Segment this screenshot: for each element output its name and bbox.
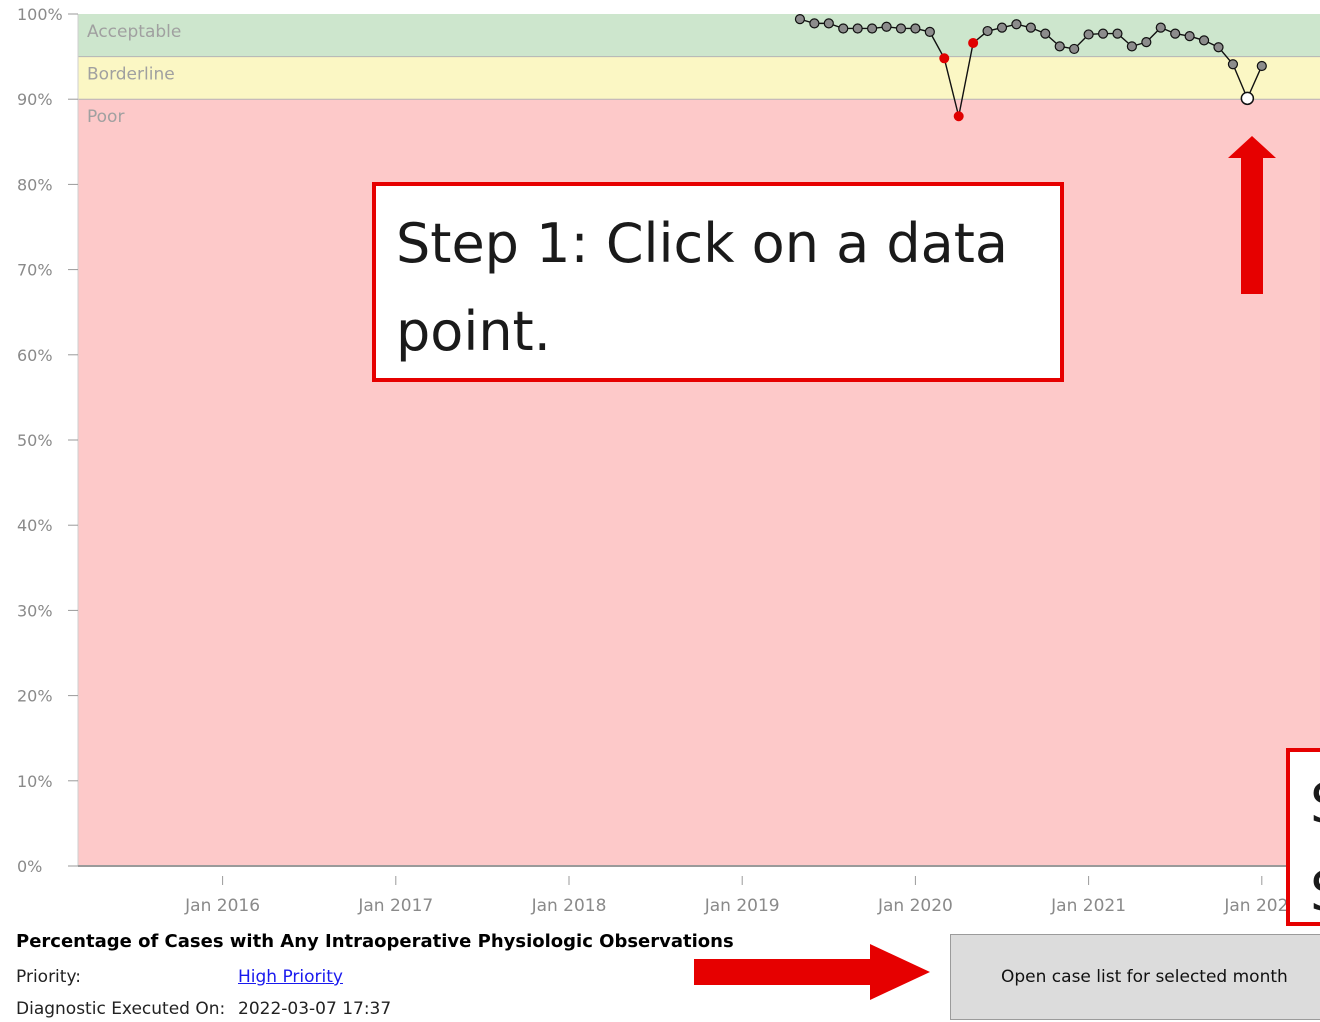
data-point-flagged[interactable] (953, 111, 964, 122)
data-point[interactable] (1054, 41, 1065, 52)
executed-value: 2022-03-07 17:37 (238, 999, 392, 1019)
y-tick-label: 0% (17, 857, 42, 876)
open-case-list-button[interactable]: Open case list for selected month (950, 934, 1320, 1020)
data-point[interactable] (924, 26, 935, 37)
y-tick-label: 90% (17, 90, 53, 109)
band-label-borderline: Borderline (87, 65, 175, 85)
step1-text: Step 1: Click on a data point. (396, 212, 1008, 363)
data-point[interactable] (1198, 35, 1210, 46)
data-point[interactable] (1112, 28, 1123, 39)
y-tick-label: 20% (17, 687, 53, 706)
diagnostic-title: Percentage of Cases with Any Intraoperat… (16, 931, 734, 952)
data-point-flagged[interactable] (939, 53, 950, 64)
x-tick-label: Jan 2018 (531, 896, 607, 916)
x-tick-label: Jan 2017 (357, 896, 433, 916)
x-axis: Jan 2016 Jan 2017 Jan 2018 Jan 2019 Jan 2020… (78, 865, 1320, 916)
up-arrow-icon (1228, 136, 1276, 294)
x-tick-label: Jan 2019 (704, 896, 780, 916)
band-label-poor: Poor (87, 107, 124, 127)
y-tick-label: 80% (17, 175, 53, 194)
y-tick-label: 10% (17, 772, 53, 791)
data-point[interactable] (1126, 41, 1138, 52)
data-point[interactable] (823, 18, 834, 29)
priority-label: Priority: (16, 967, 81, 987)
y-tick-label: 40% (17, 516, 53, 535)
band-borderline (78, 56, 1320, 100)
data-point[interactable] (1025, 22, 1036, 33)
data-point[interactable] (1083, 29, 1094, 40)
step1-callout: Step 1: Click on a data point. (372, 182, 1064, 382)
step2-text: SS (1310, 772, 1320, 922)
data-point[interactable] (1011, 19, 1022, 30)
step2-callout: SS (1286, 748, 1320, 926)
x-tick-label: Jan 2020 (877, 896, 953, 916)
y-axis: 100% 90% 80% 70% 60% 50% 40% 30% 20% 10% 0% (17, 5, 79, 876)
open-case-list-label: Open case list for selected month (1001, 967, 1288, 987)
executed-label: Diagnostic Executed On: (16, 999, 226, 1019)
data-point[interactable] (1040, 28, 1051, 39)
data-point[interactable] (866, 23, 878, 34)
data-point[interactable] (1141, 37, 1152, 48)
data-point[interactable] (910, 23, 921, 34)
x-tick-label: Jan 2021 (1050, 896, 1126, 916)
y-tick-label: 100% (17, 5, 63, 24)
data-point[interactable] (1213, 42, 1224, 53)
data-point[interactable] (982, 25, 993, 37)
data-point-selected[interactable] (1240, 91, 1255, 106)
data-point[interactable] (852, 23, 863, 34)
data-point[interactable] (1184, 31, 1195, 42)
data-point[interactable] (809, 18, 820, 29)
x-tick-label: Jan 2016 (184, 896, 260, 916)
y-tick-label: 70% (17, 261, 53, 280)
data-point[interactable] (1155, 22, 1166, 33)
data-point[interactable] (895, 23, 907, 34)
y-tick-label: 60% (17, 346, 53, 365)
data-point-flagged[interactable] (968, 37, 979, 48)
data-point[interactable] (996, 22, 1008, 33)
data-point[interactable] (1256, 60, 1267, 72)
data-point[interactable] (881, 21, 892, 32)
priority-link[interactable]: High Priority (238, 967, 343, 987)
data-point[interactable] (838, 23, 849, 34)
data-point[interactable] (1170, 28, 1181, 39)
threshold-bands (78, 14, 1320, 866)
data-point[interactable] (1069, 43, 1080, 55)
band-label-acceptable: Acceptable (87, 22, 181, 42)
data-point[interactable] (1227, 59, 1239, 70)
trend-chart: Acceptable Borderline Poor 100% 90% 80% 70% 60… (17, 5, 1320, 916)
y-tick-label: 50% (17, 431, 53, 450)
data-point[interactable] (1097, 28, 1109, 39)
y-tick-label: 30% (17, 601, 53, 620)
data-point[interactable] (794, 14, 806, 25)
